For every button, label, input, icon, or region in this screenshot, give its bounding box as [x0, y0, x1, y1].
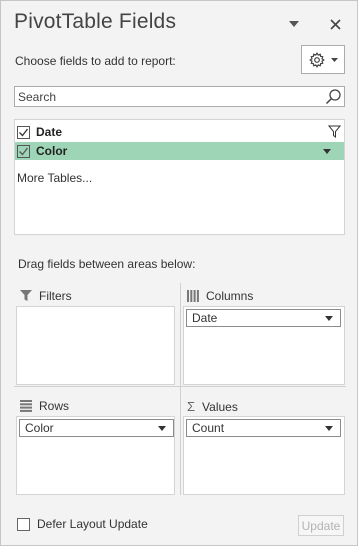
rows-area-label: Rows	[39, 399, 70, 413]
search-icon[interactable]	[325, 88, 342, 105]
filters-area-label: Filters	[39, 289, 72, 303]
values-drop-area[interactable]: Count	[183, 416, 345, 495]
columns-drop-area[interactable]: Date	[183, 306, 345, 385]
update-button[interactable]: Update	[298, 515, 344, 536]
rows-icon	[20, 400, 32, 412]
area-divider-vertical	[180, 283, 181, 495]
filter-icon	[20, 290, 32, 301]
field-label-color: Color	[36, 144, 68, 158]
more-tables-link[interactable]: More Tables...	[17, 171, 92, 185]
close-button[interactable]	[324, 13, 346, 35]
columns-field-label: Date	[192, 311, 218, 325]
area-divider-horizontal	[14, 386, 346, 387]
filter-icon[interactable]	[328, 125, 341, 138]
rows-drop-area[interactable]: Color	[16, 416, 175, 495]
defer-layout-update[interactable]: Defer Layout Update	[17, 517, 148, 531]
drag-fields-label: Drag fields between areas below:	[18, 257, 196, 271]
task-pane-options-button[interactable]	[283, 13, 305, 35]
pivottable-fields-pane: PivotTable Fields Choose fields to add t…	[0, 0, 358, 546]
checkmark-icon	[19, 147, 29, 155]
rows-field-pill[interactable]: Color	[19, 419, 174, 437]
choose-fields-label: Choose fields to add to report:	[15, 54, 176, 68]
date-checkbox[interactable]	[17, 125, 30, 139]
columns-area-label: Columns	[206, 289, 254, 303]
sigma-icon: Σ	[187, 399, 196, 414]
search-input[interactable]	[15, 87, 315, 106]
values-field-pill[interactable]: Count	[186, 419, 341, 437]
values-area-label: Values	[202, 399, 238, 414]
field-list: Date Color More Tables...	[14, 119, 345, 235]
rows-field-label: Color	[25, 421, 54, 435]
pane-title: PivotTable Fields	[14, 10, 177, 33]
field-item-color[interactable]: Color	[15, 142, 344, 160]
dropdown-arrow-icon[interactable]	[158, 426, 166, 431]
columns-area-header: Columns	[187, 289, 253, 303]
color-checkbox[interactable]	[17, 144, 30, 158]
field-label-date: Date	[36, 125, 63, 139]
dropdown-arrow-icon	[330, 57, 338, 62]
defer-layout-label: Defer Layout Update	[37, 517, 148, 531]
close-icon	[329, 18, 341, 30]
filters-drop-area[interactable]	[16, 306, 175, 385]
field-search-box	[14, 86, 345, 107]
filters-area-header: Filters	[20, 289, 72, 303]
field-list-settings-button[interactable]	[301, 45, 345, 74]
columns-icon	[187, 290, 199, 302]
rows-area-header: Rows	[20, 399, 69, 413]
defer-layout-checkbox[interactable]	[17, 517, 30, 531]
gear-icon	[308, 51, 325, 68]
dropdown-arrow-icon[interactable]	[325, 316, 333, 321]
checkmark-icon	[19, 128, 29, 136]
columns-field-pill[interactable]: Date	[186, 309, 341, 327]
field-item-date[interactable]: Date	[15, 123, 344, 141]
chevron-down-icon	[289, 21, 299, 27]
dropdown-arrow-icon[interactable]	[325, 426, 333, 431]
values-field-label: Count	[192, 421, 225, 435]
dropdown-arrow-icon[interactable]	[323, 149, 331, 154]
values-area-header: Σ Values	[187, 399, 238, 414]
